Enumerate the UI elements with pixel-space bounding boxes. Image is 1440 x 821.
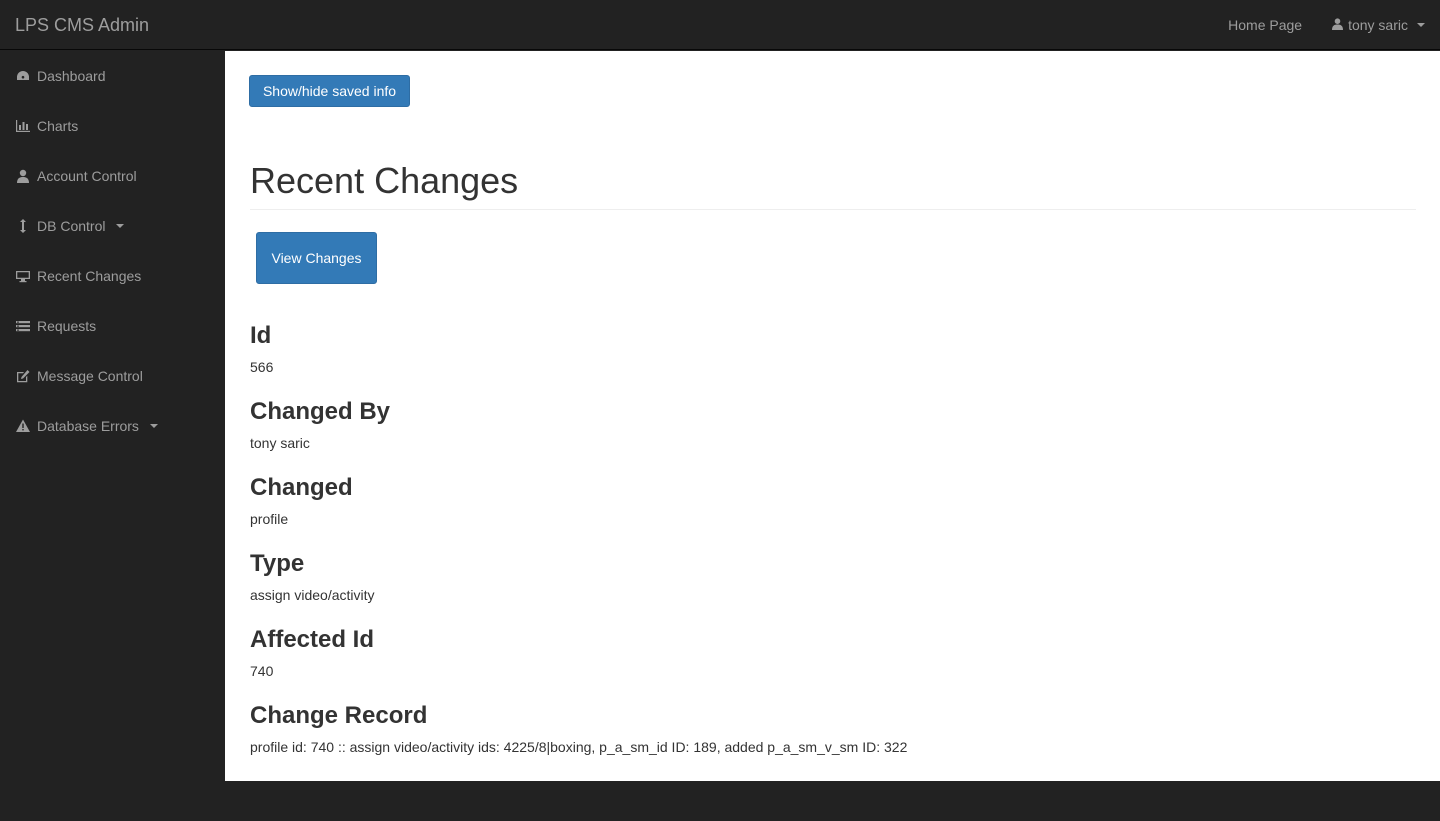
field-affected-id: Affected Id 740 — [250, 626, 1416, 703]
field-value: 740 — [250, 663, 274, 680]
sidebar-item-label: Database Errors — [37, 418, 139, 434]
field-label: Changed — [250, 474, 353, 501]
field-changed-by: Changed By tony saric — [250, 398, 1416, 475]
sidebar-item-database-errors[interactable]: Database Errors — [0, 401, 225, 451]
field-value: 566 — [250, 359, 274, 376]
sidebar-item-label: Recent Changes — [37, 268, 142, 284]
field-value: profile id: 740 :: assign video/activity… — [250, 739, 908, 756]
chevron-down-icon — [1417, 22, 1425, 27]
home-page-link[interactable]: Home Page — [1213, 0, 1317, 50]
arrows-vertical-icon — [16, 219, 30, 233]
show-hide-saved-info-button[interactable]: Show/hide saved info — [249, 75, 410, 107]
field-value: profile — [250, 511, 289, 528]
edit-icon — [16, 369, 30, 383]
field-label: Type — [250, 550, 305, 577]
field-change-record: Change Record profile id: 740 :: assign … — [250, 702, 1416, 779]
sidebar-item-message-control[interactable]: Message Control — [0, 351, 225, 401]
chevron-down-icon — [149, 424, 158, 428]
sidebar-item-charts[interactable]: Charts — [0, 101, 225, 151]
sidebar-item-dashboard[interactable]: Dashboard — [0, 51, 225, 101]
sidebar-item-label: Charts — [37, 118, 79, 134]
top-navbar: LPS CMS Admin Home Page tony saric — [0, 0, 1440, 50]
field-label: Id — [250, 322, 272, 349]
sidebar-item-recent-changes[interactable]: Recent Changes — [0, 251, 225, 301]
field-type: Type assign video/activity — [250, 550, 1416, 627]
field-value: assign video/activity — [250, 587, 375, 604]
sidebar-item-label: Dashboard — [37, 68, 106, 84]
field-label: Affected Id — [250, 626, 375, 653]
list-icon — [16, 319, 30, 333]
view-changes-button[interactable]: View Changes — [256, 232, 377, 284]
field-id: Id 566 — [250, 322, 1416, 399]
user-icon — [1332, 0, 1344, 50]
home-page-label: Home Page — [1228, 16, 1303, 33]
bar-chart-icon — [16, 119, 30, 133]
chevron-down-icon — [116, 224, 125, 228]
page-title: Recent Changes — [250, 160, 519, 201]
sidebar-item-requests[interactable]: Requests — [0, 301, 225, 351]
change-details: Id 566 Changed By tony saric Changed pro… — [250, 322, 1416, 779]
field-label: Change Record — [250, 702, 428, 729]
sidebar-item-label: Message Control — [37, 368, 143, 384]
sidebar-item-label: Requests — [37, 318, 97, 334]
brand-link[interactable]: LPS CMS Admin — [0, 0, 149, 50]
field-label: Changed By — [250, 398, 391, 425]
warning-icon — [16, 419, 30, 433]
page-header: Recent Changes — [250, 161, 1416, 210]
main-content: Show/hide saved info Recent Changes View… — [225, 51, 1440, 781]
sidebar-item-label: DB Control — [37, 218, 106, 234]
top-nav-right: Home Page tony saric — [1213, 0, 1440, 50]
user-icon — [16, 169, 30, 183]
sidebar: Dashboard Charts Account Control DB Cont… — [0, 51, 225, 781]
sidebar-item-label: Account Control — [37, 168, 137, 184]
dashboard-icon — [16, 69, 30, 83]
user-menu-dropdown[interactable]: tony saric — [1317, 0, 1440, 50]
sidebar-item-account-control[interactable]: Account Control — [0, 151, 225, 201]
user-menu-label: tony saric — [1348, 16, 1408, 33]
desktop-icon — [16, 269, 30, 283]
field-changed: Changed profile — [250, 474, 1416, 551]
sidebar-item-db-control[interactable]: DB Control — [0, 201, 225, 251]
field-value: tony saric — [250, 435, 310, 452]
